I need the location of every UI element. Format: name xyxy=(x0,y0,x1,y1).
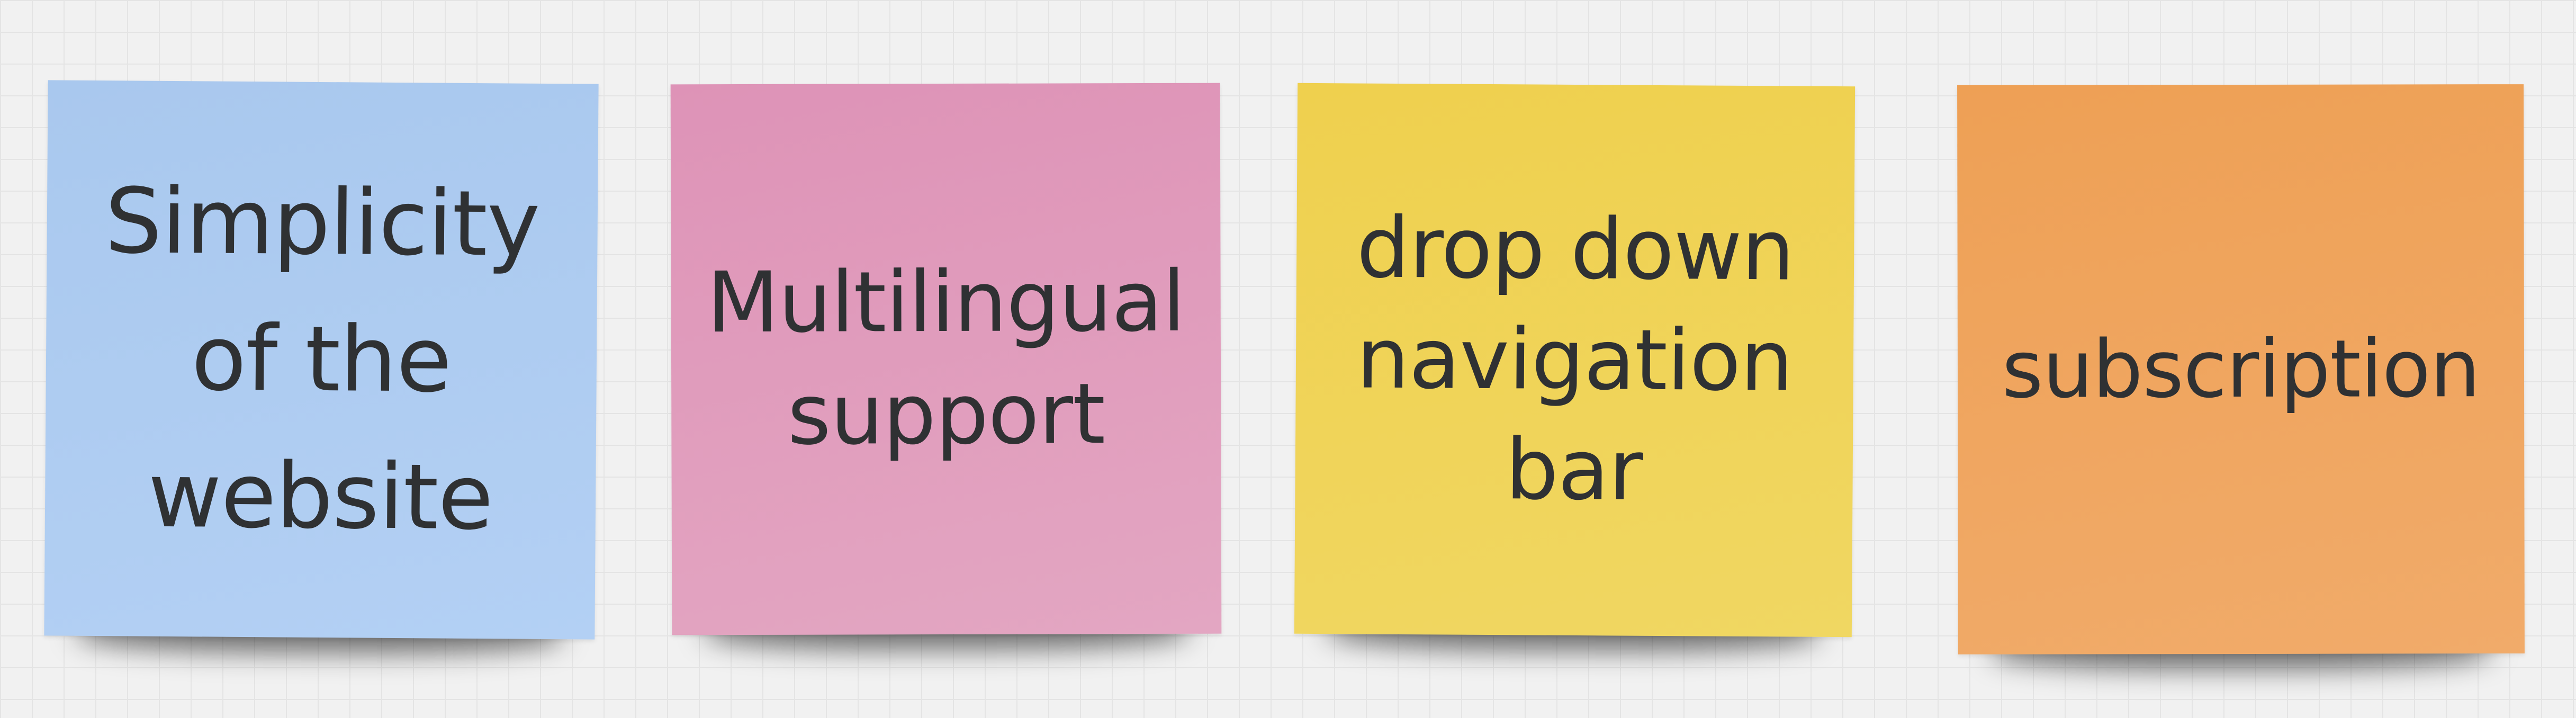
sticky-note-text[interactable]: drop down navigation bar xyxy=(1355,193,1795,527)
sticky-note-body[interactable]: Multilingual support xyxy=(670,83,1222,635)
sticky-note-line: Multilingual xyxy=(706,253,1185,352)
sticky-note-simplicity[interactable]: Simplicity of the website xyxy=(44,80,599,654)
sticky-note-line: of the xyxy=(191,306,452,414)
sticky-note-line: navigation xyxy=(1356,310,1794,410)
sticky-note-multilingual[interactable]: Multilingual support xyxy=(670,83,1222,650)
sticky-note-body[interactable]: Simplicity of the website xyxy=(44,80,599,640)
sticky-note-line: drop down xyxy=(1356,199,1795,300)
whiteboard-canvas[interactable]: Simplicity of the website Multilingual s… xyxy=(0,0,2576,718)
sticky-note-line: support xyxy=(787,365,1105,464)
sticky-note-text[interactable]: Simplicity of the website xyxy=(103,153,540,567)
sticky-note-line: bar xyxy=(1505,421,1643,520)
sticky-note-navigation[interactable]: drop down navigation bar xyxy=(1294,83,1856,652)
sticky-note-text[interactable]: subscription xyxy=(2002,318,2480,421)
sticky-note-line: Simplicity xyxy=(104,169,541,277)
sticky-note-body[interactable]: subscription xyxy=(1957,84,2525,654)
sticky-note-text[interactable]: Multilingual support xyxy=(707,246,1185,472)
sticky-note-line: subscription xyxy=(2002,322,2480,416)
sticky-note-line: website xyxy=(147,443,493,550)
sticky-note-subscription[interactable]: subscription xyxy=(1957,84,2525,669)
sticky-note-body[interactable]: drop down navigation bar xyxy=(1294,83,1856,638)
